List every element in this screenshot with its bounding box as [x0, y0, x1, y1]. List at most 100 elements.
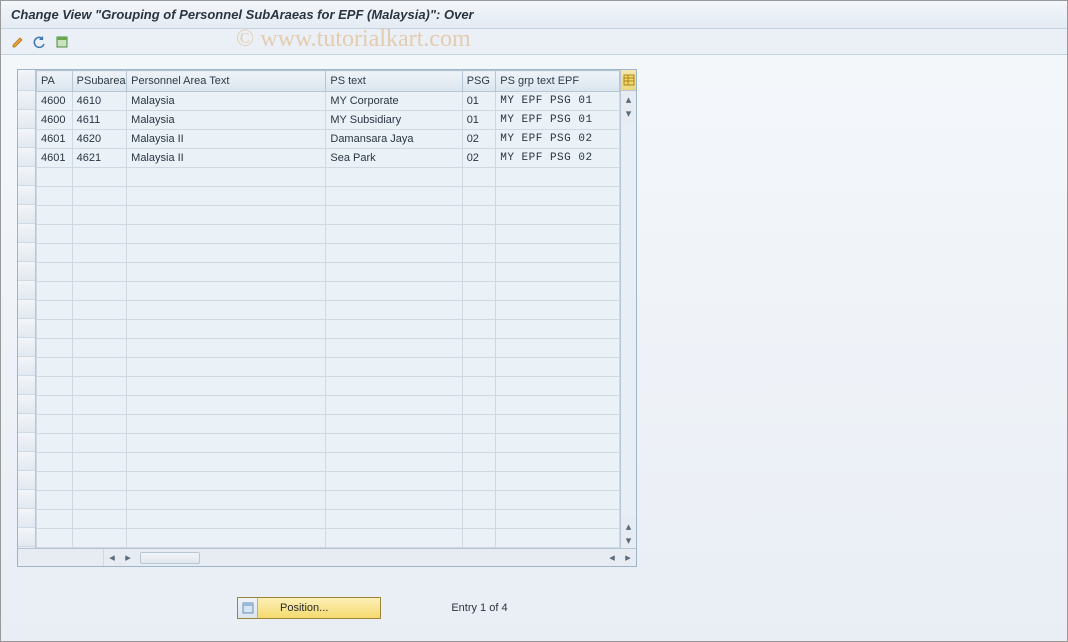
empty-cell: [37, 301, 73, 320]
cell-psg[interactable]: 01: [462, 111, 496, 130]
hscroll-left-icon[interactable]: ◂: [104, 550, 120, 566]
row-selector[interactable]: [18, 262, 35, 281]
cell-pa[interactable]: 4601: [37, 130, 73, 149]
row-selector[interactable]: [18, 91, 35, 110]
row-selector[interactable]: [18, 471, 35, 490]
row-selector[interactable]: [18, 243, 35, 262]
cell-pstext[interactable]: Sea Park: [326, 149, 462, 168]
horizontal-scrollbar[interactable]: ◂ ▸ ◂ ▸: [18, 548, 636, 566]
column-header-patext[interactable]: Personnel Area Text: [127, 71, 326, 92]
app-window: Change View "Grouping of Personnel SubAr…: [0, 0, 1068, 642]
scroll-up2-icon[interactable]: ▾: [621, 105, 636, 121]
cell-psub[interactable]: 4611: [72, 111, 127, 130]
cell-patext[interactable]: Malaysia II: [127, 130, 326, 149]
row-selector-header: [18, 70, 35, 91]
cell-pa[interactable]: 4600: [37, 111, 73, 130]
empty-cell: [462, 206, 496, 225]
column-header-psub[interactable]: PSubarea: [72, 71, 127, 92]
cell-psub[interactable]: 4610: [72, 92, 127, 111]
column-header-psg[interactable]: PSG: [462, 71, 496, 92]
vertical-scrollbar[interactable]: ▴ ▾ ▴ ▾: [620, 70, 636, 548]
row-selector[interactable]: [18, 395, 35, 414]
empty-cell: [72, 320, 127, 339]
empty-cell: [496, 358, 620, 377]
table-row[interactable]: 46004610MalaysiaMY Corporate01MY EPF PSG…: [37, 92, 620, 111]
empty-cell: [127, 396, 326, 415]
row-selector[interactable]: [18, 490, 35, 509]
cell-psgtext[interactable]: MY EPF PSG 01: [496, 111, 620, 130]
cell-psg[interactable]: 02: [462, 130, 496, 149]
row-selector[interactable]: [18, 357, 35, 376]
cell-psub[interactable]: 4621: [72, 149, 127, 168]
row-selector[interactable]: [18, 376, 35, 395]
hscroll-thumb[interactable]: [140, 552, 200, 564]
hscroll-spacer: [18, 549, 104, 566]
empty-cell: [127, 244, 326, 263]
empty-cell: [462, 529, 496, 548]
empty-cell: [72, 168, 127, 187]
empty-cell: [37, 510, 73, 529]
row-selector[interactable]: [18, 148, 35, 167]
table-row[interactable]: 46004611MalaysiaMY Subsidiary01MY EPF PS…: [37, 111, 620, 130]
cell-psub[interactable]: 4620: [72, 130, 127, 149]
empty-cell: [127, 491, 326, 510]
empty-cell: [462, 225, 496, 244]
empty-cell: [127, 263, 326, 282]
cell-pstext[interactable]: Damansara Jaya: [326, 130, 462, 149]
cell-psg[interactable]: 02: [462, 149, 496, 168]
position-button[interactable]: Position...: [237, 597, 381, 619]
hscroll-left2-icon[interactable]: ◂: [604, 550, 620, 566]
row-selector[interactable]: [18, 319, 35, 338]
row-selector[interactable]: [18, 509, 35, 528]
cell-psg[interactable]: 01: [462, 92, 496, 111]
cell-patext[interactable]: Malaysia: [127, 92, 326, 111]
empty-cell: [326, 529, 462, 548]
cell-psgtext[interactable]: MY EPF PSG 02: [496, 130, 620, 149]
row-selector[interactable]: [18, 414, 35, 433]
table-row[interactable]: 46014620Malaysia IIDamansara Jaya02MY EP…: [37, 130, 620, 149]
column-header-pa[interactable]: PA: [37, 71, 73, 92]
hscroll-right-icon[interactable]: ▸: [120, 550, 136, 566]
select-all-icon[interactable]: [53, 33, 71, 51]
hscroll-right2-icon[interactable]: ▸: [620, 550, 636, 566]
row-selector[interactable]: [18, 433, 35, 452]
empty-cell: [127, 282, 326, 301]
row-selector[interactable]: [18, 129, 35, 148]
cell-pstext[interactable]: MY Subsidiary: [326, 111, 462, 130]
row-selector[interactable]: [18, 186, 35, 205]
edit-icon[interactable]: [9, 33, 27, 51]
scroll-down2-icon[interactable]: ▾: [621, 532, 636, 548]
empty-cell: [462, 263, 496, 282]
cell-pa[interactable]: 4601: [37, 149, 73, 168]
table-settings-icon[interactable]: [621, 70, 636, 91]
empty-cell: [462, 453, 496, 472]
cell-psgtext[interactable]: MY EPF PSG 01: [496, 92, 620, 111]
cell-pstext[interactable]: MY Corporate: [326, 92, 462, 111]
cell-pa[interactable]: 4600: [37, 92, 73, 111]
row-selector[interactable]: [18, 167, 35, 186]
row-selector[interactable]: [18, 205, 35, 224]
empty-cell: [37, 453, 73, 472]
cell-patext[interactable]: Malaysia II: [127, 149, 326, 168]
row-selector[interactable]: [18, 528, 35, 547]
position-icon: [238, 598, 258, 618]
row-selector[interactable]: [18, 338, 35, 357]
row-selector[interactable]: [18, 452, 35, 471]
vscroll-track[interactable]: [621, 123, 636, 516]
empty-cell: [326, 187, 462, 206]
empty-cell: [462, 244, 496, 263]
empty-cell: [72, 377, 127, 396]
column-header-psgtext[interactable]: PS grp text EPF: [496, 71, 620, 92]
empty-cell: [496, 453, 620, 472]
row-selector[interactable]: [18, 300, 35, 319]
row-selector[interactable]: [18, 110, 35, 129]
table-row[interactable]: 46014621Malaysia IISea Park02MY EPF PSG …: [37, 149, 620, 168]
row-selector[interactable]: [18, 281, 35, 300]
cell-psgtext[interactable]: MY EPF PSG 02: [496, 149, 620, 168]
column-header-pstext[interactable]: PS text: [326, 71, 462, 92]
empty-cell: [326, 453, 462, 472]
cell-patext[interactable]: Malaysia: [127, 111, 326, 130]
empty-cell: [127, 529, 326, 548]
undo-icon[interactable]: [31, 33, 49, 51]
row-selector[interactable]: [18, 224, 35, 243]
